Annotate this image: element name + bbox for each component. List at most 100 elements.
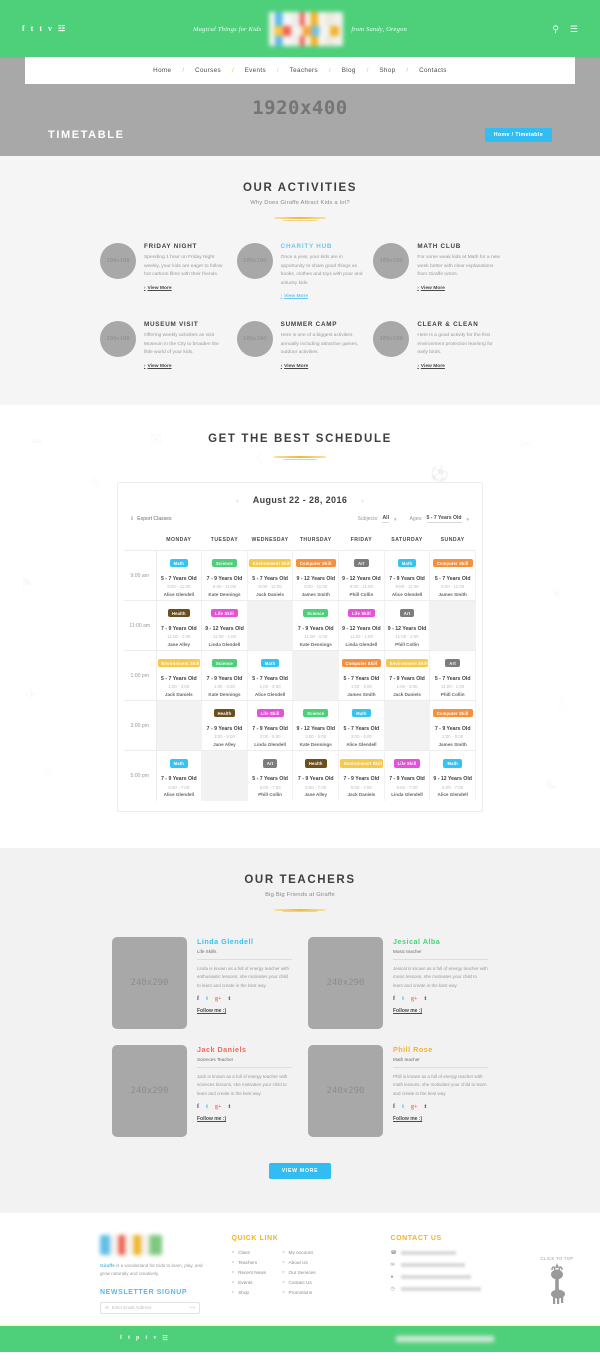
tumblr-icon[interactable]: t bbox=[39, 25, 42, 33]
googleplus-icon[interactable]: g+ bbox=[215, 1104, 221, 1110]
timetable-class-cell[interactable]: Computer Skill 7 - 9 Years Old 3:00 - 5:00… bbox=[429, 700, 476, 752]
teacher-card[interactable]: 240x290 Linda Glendell Life Skills Linda is… bbox=[112, 936, 292, 1029]
activity-card[interactable]: 100x100 CLEAR & CLEAN Here is a good activ… bbox=[373, 321, 500, 369]
googleplus-icon[interactable]: g+ bbox=[215, 996, 221, 1002]
activity-card[interactable]: 100x100 MATH CLUB For some weak kids at Ma… bbox=[373, 243, 500, 299]
facebook-icon[interactable]: f bbox=[197, 1104, 199, 1110]
facebook-icon[interactable]: f bbox=[393, 996, 395, 1002]
teacher-card[interactable]: 240x290 Jack Daniels Sciences Teacher Jack … bbox=[112, 1044, 292, 1137]
hamburger-icon[interactable]: ☰ bbox=[570, 24, 578, 34]
footer-quick-link[interactable]: ► Contact Us bbox=[282, 1280, 316, 1285]
timetable-class-cell[interactable]: Environment Skill 7 - 9 Years Old 1:00 - 3… bbox=[384, 650, 431, 702]
timetable-class-cell[interactable]: Math 5 - 7 Years Old 1:00 - 3:00 Alice Glen… bbox=[247, 650, 294, 702]
nav-item-contacts[interactable]: Contacts bbox=[408, 67, 458, 74]
timetable-class-cell[interactable]: Math 7 - 9 Years Old 5:00 - 7:00 Alice Glen… bbox=[156, 750, 203, 801]
timetable-class-cell[interactable]: Art 5 - 7 Years Old 11:00 - 1:00 Phill Coll… bbox=[429, 650, 476, 702]
timetable-class-cell[interactable]: Math 5 - 7 Years Old 3:00 - 5:00 Alice Glen… bbox=[338, 700, 385, 752]
nav-item-events[interactable]: Events bbox=[234, 67, 277, 74]
twitter-icon[interactable]: t bbox=[128, 1335, 130, 1342]
top-social-links[interactable]: f t t v ☳ bbox=[22, 25, 65, 33]
footer-quick-link[interactable]: ► Class bbox=[232, 1250, 266, 1255]
timetable-class-cell[interactable]: Science 7 - 9 Years Old 11:00 - 1:00 Kate D… bbox=[292, 600, 340, 652]
subjects-filter[interactable]: Subjects: All ▼ bbox=[358, 515, 397, 524]
tumblr-icon[interactable]: t bbox=[228, 1104, 230, 1110]
twitter-icon[interactable]: t bbox=[206, 996, 208, 1002]
timetable-class-cell[interactable]: Computer Skill 9 - 12 Years Old 9:00 - 11:… bbox=[292, 550, 340, 602]
rss-icon[interactable]: ☳ bbox=[58, 25, 65, 33]
search-icon[interactable]: ⚲ bbox=[552, 24, 559, 34]
teacher-social-links[interactable]: f t g+ t bbox=[393, 1104, 488, 1110]
tumblr-icon[interactable]: t bbox=[228, 996, 230, 1002]
footer-quick-link[interactable]: ► Events bbox=[232, 1280, 266, 1285]
teacher-card[interactable]: 240x290 Phill Rose Math teacher Phill is kn… bbox=[308, 1044, 488, 1137]
timetable-class-cell[interactable]: Environment Skill 7 - 9 Years Old 5:00 - 7… bbox=[338, 750, 385, 801]
timetable-class-cell[interactable]: Science 7 - 9 Years Old 1:00 - 3:00 Kate De… bbox=[201, 650, 248, 702]
facebook-icon[interactable]: f bbox=[197, 996, 199, 1002]
timetable-class-cell[interactable]: Health 7 - 9 Years Old 5:00 - 7:00 Jane All… bbox=[292, 750, 340, 801]
activity-card[interactable]: 100x100 SUMMER CAMP Here is one of a bigge… bbox=[236, 321, 364, 369]
nav-item-teachers[interactable]: Teachers bbox=[279, 67, 329, 74]
twitter-icon[interactable]: t bbox=[206, 1104, 208, 1110]
activity-view-more-link[interactable]: › View More bbox=[417, 285, 500, 291]
activity-card[interactable]: 100x100 FRIDAY NIGHT Spending 1 hour on Fr… bbox=[100, 243, 227, 299]
timetable-class-cell[interactable]: Health 7 - 9 Years Old 3:00 - 5:00 Jane All… bbox=[201, 700, 248, 752]
view-more-teachers-button[interactable]: VIEW MORE bbox=[268, 1162, 332, 1179]
timetable-class-cell[interactable]: Environment Skill 5 - 7 Years Old 9:00 - 1… bbox=[247, 550, 294, 602]
timetable-class-cell[interactable]: Health 7 - 9 Years Old 11:00 - 1:00 Jane Al… bbox=[156, 600, 203, 652]
teacher-follow-link[interactable]: Follow me :) bbox=[197, 1116, 292, 1122]
nav-item-blog[interactable]: Blog bbox=[331, 67, 367, 74]
timetable-class-cell[interactable]: Math 7 - 9 Years Old 9:00 - 11:00 Alice Gle… bbox=[384, 550, 431, 602]
timetable-class-cell[interactable]: Science 9 - 12 Years Old 3:00 - 5:00 Kate D… bbox=[292, 700, 340, 752]
timetable-class-cell[interactable]: Art 9 - 12 Years Old 11:00 - 1:00 Phill Col… bbox=[384, 600, 431, 652]
twitter-icon[interactable]: t bbox=[402, 996, 404, 1002]
newsletter-input[interactable]: ✉ Enter Email Address ⟶ bbox=[100, 1301, 200, 1314]
teacher-social-links[interactable]: f t g+ t bbox=[197, 996, 292, 1002]
teacher-card[interactable]: 240x290 Jesical Alba Music teacher Jesical … bbox=[308, 936, 488, 1029]
timetable-class-cell[interactable]: Life Skill 7 - 9 Years Old 3:00 - 5:00 Lind… bbox=[247, 700, 294, 752]
timetable-class-cell[interactable]: Life Skill 7 - 9 Years Old 5:00 - 7:00 Lind… bbox=[384, 750, 431, 801]
footer-quick-link[interactable]: ► Teachers bbox=[232, 1260, 266, 1265]
tumblr-icon[interactable]: t bbox=[424, 996, 426, 1002]
footer-quick-link[interactable]: ► My Account bbox=[282, 1250, 316, 1255]
timetable-class-cell[interactable]: Life Skill 9 - 12 Years Old 11:00 - 1:00 Li… bbox=[338, 600, 385, 652]
ages-filter[interactable]: Ages: 5 - 7 Years Old ▼ bbox=[409, 515, 470, 524]
footer-quick-link[interactable]: ► About Us bbox=[282, 1260, 316, 1265]
vimeo-icon[interactable]: v bbox=[48, 25, 52, 33]
prev-week-button[interactable]: ‹ bbox=[236, 496, 239, 505]
activity-view-more-link[interactable]: › View More bbox=[144, 285, 227, 291]
timetable-class-cell[interactable]: Math 9 - 12 Years Old 5:00 - 7:00 Alice Gle… bbox=[429, 750, 476, 801]
googleplus-icon[interactable]: g+ bbox=[411, 1104, 417, 1110]
nav-item-shop[interactable]: Shop bbox=[368, 67, 406, 74]
googleplus-icon[interactable]: g+ bbox=[411, 996, 417, 1002]
facebook-icon[interactable]: f bbox=[120, 1335, 122, 1342]
teacher-follow-link[interactable]: Follow me :) bbox=[197, 1008, 292, 1014]
tumblr-icon[interactable]: t bbox=[424, 1104, 426, 1110]
activity-card[interactable]: 100x100 MUSEUM VISIT Offering weekly activ… bbox=[100, 321, 227, 369]
teacher-follow-link[interactable]: Follow me :) bbox=[393, 1008, 488, 1014]
facebook-icon[interactable]: f bbox=[393, 1104, 395, 1110]
footer-quick-link[interactable]: ► Promotions bbox=[282, 1290, 316, 1295]
rss-icon[interactable]: ☳ bbox=[162, 1335, 167, 1342]
tumblr-icon[interactable]: t bbox=[145, 1335, 147, 1342]
next-week-button[interactable]: › bbox=[361, 496, 364, 505]
twitter-icon[interactable]: t bbox=[31, 25, 34, 33]
nav-item-courses[interactable]: Courses bbox=[184, 67, 232, 74]
activity-view-more-link[interactable]: › View More bbox=[281, 293, 364, 299]
teacher-social-links[interactable]: f t g+ t bbox=[393, 996, 488, 1002]
activity-view-more-link[interactable]: › View More bbox=[144, 363, 227, 369]
activity-card[interactable]: 100x100 CHARITY HUB Once a year, your kids… bbox=[236, 243, 364, 299]
twitter-icon[interactable]: t bbox=[402, 1104, 404, 1110]
timetable-class-cell[interactable]: Computer Skill 5 - 7 Years Old 1:00 - 3:00… bbox=[338, 650, 385, 702]
teacher-follow-link[interactable]: Follow me :) bbox=[393, 1116, 488, 1122]
footer-quick-link[interactable]: ► Our Services bbox=[282, 1270, 316, 1275]
nav-item-home[interactable]: Home bbox=[142, 67, 182, 74]
teacher-social-links[interactable]: f t g+ t bbox=[197, 1104, 292, 1110]
timetable-class-cell[interactable]: Environment Skill 5 - 7 Years Old 1:00 - 3… bbox=[156, 650, 203, 702]
breadcrumb[interactable]: Home / Timetable bbox=[484, 128, 552, 142]
footer-quick-link[interactable]: ► Shop bbox=[232, 1290, 266, 1295]
bottom-social-links[interactable]: f t p t v ☳ bbox=[120, 1335, 168, 1342]
footer-logo[interactable] bbox=[100, 1234, 162, 1255]
activity-view-more-link[interactable]: › View More bbox=[281, 363, 364, 369]
timetable-class-cell[interactable]: Science 7 - 9 Years Old 9:00 - 11:00 Kate D… bbox=[201, 550, 248, 602]
footer-quick-link[interactable]: ► Recent News bbox=[232, 1270, 266, 1275]
